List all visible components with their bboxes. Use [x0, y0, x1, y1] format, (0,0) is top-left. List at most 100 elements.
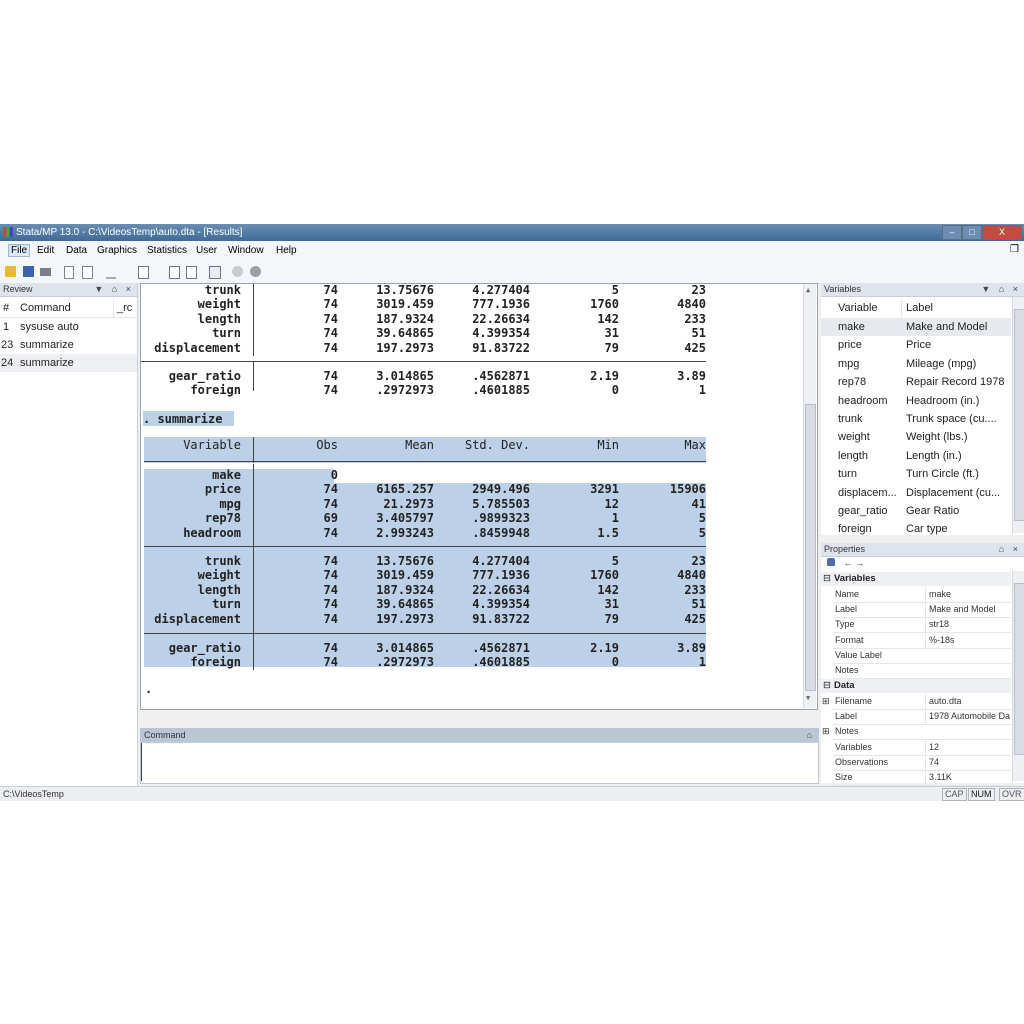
review-panel-controls[interactable]: ▼ ⌂ ×	[94, 283, 134, 296]
results-row: length 74 187.9324 22.26634 142 233	[141, 312, 706, 327]
scroll-up-icon[interactable]: ▲	[806, 286, 810, 294]
col-header-variable[interactable]: Variable	[838, 299, 878, 317]
menu-window[interactable]: Window	[228, 245, 264, 256]
menu-file[interactable]: File	[8, 244, 31, 257]
log-icon[interactable]	[64, 266, 74, 279]
expand-icon[interactable]: ⊞	[822, 694, 830, 709]
pin-icon[interactable]: ⌂	[807, 729, 815, 742]
variables-panel-controls[interactable]: ▼ ⌂ ×	[981, 283, 1021, 296]
property-row[interactable]: Type str18	[833, 617, 1011, 634]
variable-row[interactable]: length Length (in.)	[821, 447, 1011, 465]
results-scroll-thumb[interactable]	[805, 404, 816, 691]
variable-row[interactable]: rep78 Repair Record 1978	[821, 373, 1011, 391]
do-file-editor-icon[interactable]	[138, 266, 149, 279]
forward-icon[interactable]: →	[855, 558, 864, 568]
property-row[interactable]: Size 3.11K	[833, 770, 1011, 786]
menu-data[interactable]: Data	[66, 245, 87, 256]
cell-var: foreign	[190, 383, 241, 398]
col-header-command[interactable]: Command	[20, 299, 71, 317]
variables-scroll-thumb[interactable]	[1014, 309, 1024, 521]
break-icon[interactable]	[250, 266, 261, 277]
scroll-down-icon[interactable]: ▼	[806, 694, 810, 702]
properties-scroll-thumb[interactable]	[1014, 583, 1024, 755]
cell-sd: .9899323	[472, 511, 530, 526]
header-mean: Mean	[405, 438, 434, 452]
variables-manager-icon[interactable]	[209, 266, 221, 279]
open-icon[interactable]	[5, 266, 16, 277]
data-editor-icon[interactable]	[169, 266, 180, 279]
variable-row[interactable]: make Make and Model	[821, 318, 1011, 337]
viewer-icon[interactable]	[82, 266, 93, 279]
close-button[interactable]: X	[982, 225, 1022, 240]
more-icon[interactable]	[232, 266, 243, 277]
results-row: length 74 187.9324 22.26634 142 233	[141, 583, 706, 598]
command-input[interactable]	[141, 743, 816, 781]
variable-row[interactable]: weight Weight (lbs.)	[821, 428, 1011, 446]
cell-obs: 0	[330, 468, 338, 482]
variable-label: Price	[906, 339, 932, 352]
cell-mean: 6165.257	[376, 482, 434, 497]
property-row[interactable]: Label 1978 Automobile Da	[833, 709, 1011, 726]
graph-icon[interactable]	[106, 266, 116, 279]
property-row[interactable]: Variables 12	[833, 739, 1011, 756]
section-title: Data	[833, 680, 855, 691]
menu-statistics[interactable]: Statistics	[147, 245, 187, 256]
variable-row[interactable]: displacem... Displacement (cu...	[821, 484, 1011, 502]
results-window[interactable]: trunk 74 13.75676 4.277404 5 23 weight 74 3019.4…	[140, 283, 818, 710]
review-row[interactable]: 1 sysuse auto	[0, 318, 137, 336]
property-row[interactable]: Format %-18s	[833, 632, 1011, 649]
properties-section-data[interactable]: ⊟ Data	[821, 679, 1011, 693]
results-scrollbar[interactable]: ▲ ▼	[803, 284, 816, 708]
cell-sd: .4601885	[472, 383, 530, 398]
variables-header: Variables ▼ ⌂ ×	[821, 283, 1024, 297]
col-header-label[interactable]: Label	[901, 299, 933, 317]
review-row[interactable]: 24 summarize	[0, 354, 137, 372]
status-bar: C:\VideosTemp CAP NUM OVR	[0, 786, 1024, 801]
save-icon[interactable]	[23, 266, 34, 277]
variable-row[interactable]: gear_ratio Gear Ratio	[821, 502, 1011, 520]
print-icon[interactable]	[40, 268, 51, 276]
minimize-button[interactable]: –	[942, 225, 962, 240]
cell-var: turn	[212, 326, 241, 341]
back-icon[interactable]: ←	[844, 558, 853, 568]
menu-edit[interactable]: Edit	[37, 245, 54, 256]
maximize-button[interactable]: □	[962, 225, 982, 240]
col-header-rc[interactable]: _rc	[113, 299, 132, 317]
menu-user[interactable]: User	[196, 245, 217, 256]
property-row[interactable]: Name make	[833, 587, 1011, 603]
collapse-icon[interactable]: ⊟	[823, 680, 831, 691]
variable-row[interactable]: headroom Headroom (in.)	[821, 392, 1011, 410]
lock-icon[interactable]	[827, 558, 835, 566]
mdi-restore-icon[interactable]: ❐	[1010, 244, 1019, 255]
menu-help[interactable]: Help	[276, 245, 297, 256]
property-row[interactable]: Observations 74	[833, 754, 1011, 771]
property-row[interactable]: Notes	[833, 663, 1011, 679]
variable-row[interactable]: turn Turn Circle (ft.)	[821, 465, 1011, 483]
col-header-num[interactable]: #	[3, 299, 9, 317]
expand-icon[interactable]: ⊞	[822, 724, 830, 739]
review-row[interactable]: 23 summarize	[0, 336, 137, 354]
cell-var: mpg	[219, 496, 241, 511]
property-row[interactable]: ⊞ Notes	[822, 724, 1011, 741]
cell-var: displacement	[154, 611, 241, 626]
variable-row[interactable]: foreign Car type	[821, 520, 1011, 538]
properties-scrollbar[interactable]	[1012, 571, 1024, 781]
variable-row[interactable]: mpg Mileage (mpg)	[821, 355, 1011, 373]
property-row[interactable]: Label Make and Model	[833, 602, 1011, 619]
cell-max: 4840	[677, 297, 706, 312]
variables-scrollbar[interactable]	[1012, 297, 1024, 533]
properties-section-variables[interactable]: ⊟ Variables	[821, 572, 1011, 586]
cell-var: weight	[197, 568, 241, 583]
cell-var: gear_ratio	[168, 641, 241, 655]
menu-graphics[interactable]: Graphics	[97, 245, 137, 256]
variable-row[interactable]: price Price	[821, 336, 1011, 354]
data-browser-icon[interactable]	[186, 266, 197, 279]
properties-panel-controls[interactable]: ⌂ ×	[999, 543, 1021, 556]
collapse-icon[interactable]: ⊟	[823, 573, 831, 584]
property-row[interactable]: ⊞ Filename auto.dta	[822, 694, 1011, 710]
property-row[interactable]: Value Label	[833, 648, 1011, 664]
cell-mean: 3.014865	[376, 369, 434, 383]
variable-row[interactable]: trunk Trunk space (cu....	[821, 410, 1011, 428]
cell-sd: 22.26634	[472, 582, 530, 597]
results-row: price 74 6165.257 2949.496 3291 15906	[141, 482, 706, 497]
